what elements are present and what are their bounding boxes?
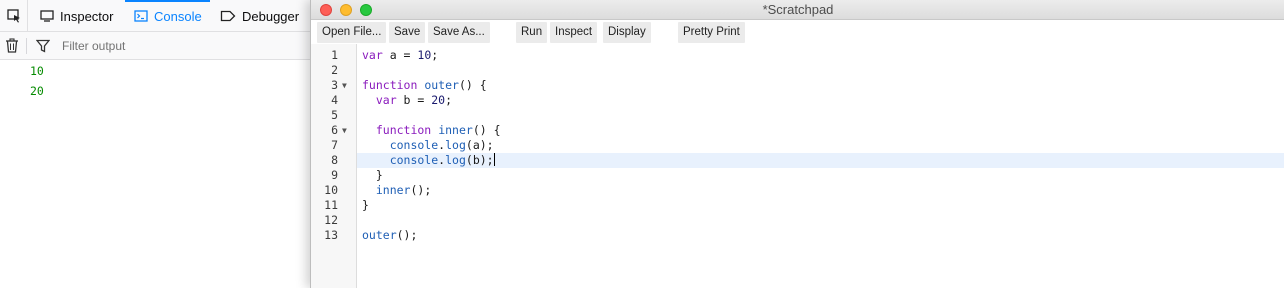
- line-number: 4: [331, 93, 338, 107]
- line-number: 1: [331, 48, 338, 62]
- line-number: 9: [331, 168, 338, 182]
- console-icon: [134, 10, 148, 22]
- run-button[interactable]: Run: [516, 22, 548, 43]
- code-line: function outer() {: [362, 78, 487, 92]
- window-title: *Scratchpad: [762, 2, 834, 17]
- console-output: 10 20: [0, 61, 312, 101]
- line-number: 11: [324, 198, 338, 212]
- line-number: 2: [331, 63, 338, 77]
- window-titlebar[interactable]: *Scratchpad: [311, 0, 1284, 20]
- line-number: 12: [324, 213, 338, 227]
- tab-inspector-label: Inspector: [60, 8, 114, 24]
- code-line: }: [362, 168, 383, 182]
- code-line: var b = 20;: [362, 93, 453, 107]
- tab-console[interactable]: Console: [125, 0, 210, 32]
- fold-arrow-icon[interactable]: ▼: [342, 123, 347, 138]
- filter-icon: [35, 39, 51, 58]
- code-line: console.log(a);: [362, 138, 494, 152]
- debugger-icon: [220, 10, 236, 22]
- line-number: 13: [324, 228, 338, 242]
- line-number: 7: [331, 138, 338, 152]
- console-toolbar: [0, 32, 312, 60]
- code-area[interactable]: var a = 10; function outer() { var b = 2…: [357, 44, 1284, 288]
- line-number: 8: [331, 153, 338, 167]
- devtools-tabbar: Inspector Console Debugger: [0, 0, 312, 32]
- scratchpad-window: *Scratchpad Open File... Save Save As...…: [310, 0, 1284, 288]
- tab-debugger-label: Debugger: [242, 8, 300, 24]
- line-number-gutter: 1 2 3 ▼ 4 5 6 ▼ 7 8 9 10 11 12 13: [311, 44, 357, 288]
- tab-inspector[interactable]: Inspector: [40, 0, 118, 32]
- scratchpad-toolbar: Open File... Save Save As... Run Inspect…: [311, 20, 1284, 44]
- inspector-icon: [40, 10, 54, 22]
- text-cursor: [493, 153, 495, 166]
- display-button[interactable]: Display: [603, 22, 651, 43]
- console-log-line: 10: [30, 64, 44, 78]
- code-line: }: [362, 198, 369, 212]
- toolbar-divider: [26, 38, 27, 54]
- fold-arrow-icon[interactable]: ▼: [342, 78, 347, 93]
- save-as-button[interactable]: Save As...: [428, 22, 490, 43]
- code-line: var a = 10;: [362, 48, 439, 62]
- pretty-print-button[interactable]: Pretty Print: [678, 22, 745, 43]
- devtools-panel: Inspector Console Debugger Filter output…: [0, 0, 312, 288]
- open-file-button[interactable]: Open File...: [317, 22, 387, 43]
- clear-console-button[interactable]: [5, 38, 19, 58]
- line-number: 6 ▼: [331, 123, 347, 138]
- element-picker-button[interactable]: [0, 0, 28, 32]
- tab-debugger[interactable]: Debugger: [220, 0, 310, 32]
- save-button[interactable]: Save: [389, 22, 426, 43]
- console-log-line: 20: [30, 84, 44, 98]
- filter-output-input[interactable]: [56, 36, 296, 56]
- active-line-highlight: [357, 153, 1284, 168]
- code-editor[interactable]: 1 2 3 ▼ 4 5 6 ▼ 7 8 9 10 11 12 13 var a = …: [311, 44, 1284, 288]
- element-picker-icon: [6, 9, 20, 23]
- code-line: console.log(b);: [362, 153, 495, 167]
- line-number: 10: [324, 183, 338, 197]
- code-line: outer();: [362, 228, 418, 242]
- code-line: function inner() {: [362, 123, 501, 137]
- code-line: inner();: [362, 183, 432, 197]
- line-number: 3 ▼: [331, 78, 347, 93]
- line-number: 5: [331, 108, 338, 122]
- inspect-button[interactable]: Inspect: [550, 22, 598, 43]
- tab-console-label: Console: [154, 8, 202, 24]
- trash-icon: [6, 38, 18, 53]
